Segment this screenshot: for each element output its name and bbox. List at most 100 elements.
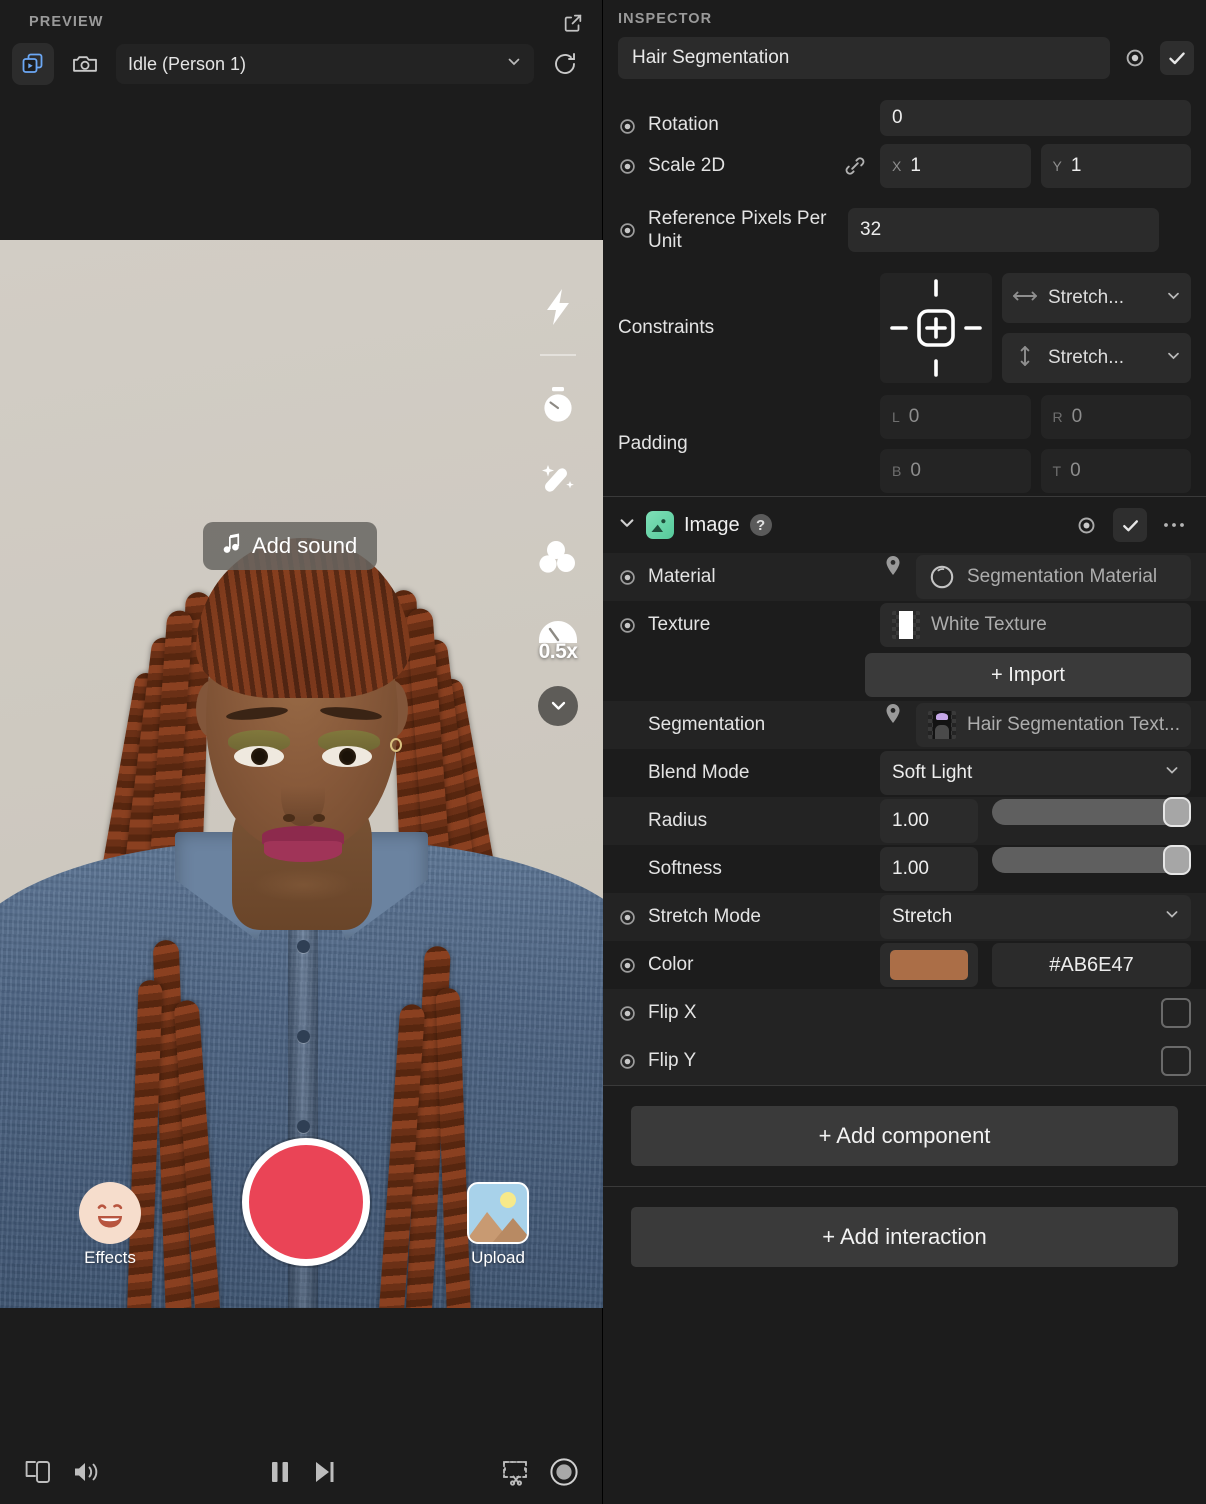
reference-pixels-input[interactable]: 32: [848, 208, 1159, 252]
record-circle-icon[interactable]: [549, 1457, 579, 1492]
constraint-vertical-select[interactable]: Stretch...: [1002, 333, 1191, 383]
flip-y-label: Flip Y: [648, 1050, 697, 1071]
material-sphere-icon: [928, 563, 956, 591]
step-forward-icon[interactable]: [312, 1459, 336, 1490]
filters-icon[interactable]: [529, 528, 587, 586]
blend-mode-value: Soft Light: [892, 762, 973, 783]
effects-button[interactable]: Effects: [78, 1182, 142, 1268]
stretch-mode-select[interactable]: Stretch: [880, 895, 1191, 939]
constraint-horizontal-select[interactable]: Stretch...: [1002, 273, 1191, 323]
anchor-center-icon[interactable]: [880, 273, 992, 383]
material-value: Segmentation Material: [967, 566, 1158, 587]
add-component-button[interactable]: + Add component: [631, 1106, 1178, 1166]
blend-mode-label: Blend Mode: [648, 762, 750, 783]
target-icon[interactable]: [618, 908, 648, 927]
horizontal-arrows-icon: [1012, 287, 1038, 310]
scale-x-axis: X: [892, 158, 902, 174]
target-icon[interactable]: [1069, 508, 1103, 542]
record-button[interactable]: [242, 1138, 370, 1266]
scale-x-input[interactable]: X 1: [880, 144, 1031, 188]
flip-x-checkbox[interactable]: [1161, 998, 1191, 1028]
padding-left-axis: L: [892, 409, 900, 425]
radius-slider-knob[interactable]: [1163, 797, 1191, 827]
padding-right-value: 0: [1071, 406, 1083, 427]
pause-icon[interactable]: [268, 1459, 292, 1490]
row-constraints: Constraints Stretch... Stretch...: [603, 264, 1206, 392]
target-icon[interactable]: [618, 221, 648, 240]
add-interaction-button[interactable]: + Add interaction: [631, 1207, 1178, 1267]
snip-icon[interactable]: [501, 1458, 529, 1491]
video-frames-icon[interactable]: [12, 43, 54, 85]
target-icon[interactable]: [1118, 41, 1152, 75]
row-flip-y: Flip Y: [603, 1037, 1206, 1085]
target-icon[interactable]: [618, 568, 648, 587]
stretch-mode-value: Stretch: [892, 906, 953, 927]
volume-icon[interactable]: [72, 1459, 100, 1490]
padding-bottom-input[interactable]: B 0: [880, 449, 1031, 493]
color-swatch-button[interactable]: [880, 943, 978, 987]
link-icon[interactable]: [844, 155, 866, 177]
flip-y-checkbox[interactable]: [1161, 1046, 1191, 1076]
chevron-down-icon: [1164, 762, 1180, 784]
target-icon[interactable]: [618, 1004, 648, 1023]
row-softness: Softness 1.00: [603, 845, 1206, 893]
padding-top-input[interactable]: T 0: [1040, 449, 1191, 493]
image-icon: [646, 511, 674, 539]
chevron-down-icon[interactable]: [618, 514, 636, 537]
scene-select[interactable]: Idle (Person 1): [116, 44, 534, 84]
enabled-checkmark-icon[interactable]: [1113, 508, 1147, 542]
timer-icon[interactable]: [529, 376, 587, 434]
scene-value: Idle (Person 1): [128, 53, 247, 74]
rotation-input[interactable]: 0: [880, 100, 1191, 136]
material-label: Material: [648, 566, 716, 587]
row-flip-x: Flip X: [603, 989, 1206, 1037]
object-name-input[interactable]: Hair Segmentation: [618, 37, 1110, 79]
pin-icon[interactable]: [880, 555, 906, 599]
device-preview-icon[interactable]: [24, 1459, 52, 1490]
color-hex-input[interactable]: #AB6E47: [992, 943, 1191, 987]
padding-left-input[interactable]: L 0: [880, 395, 1031, 439]
softness-slider[interactable]: [992, 845, 1191, 875]
ellipsis-icon[interactable]: [1157, 508, 1191, 542]
scale-y-axis: Y: [1052, 158, 1062, 174]
texture-asset-field[interactable]: White Texture: [880, 603, 1191, 647]
preview-panel-title: PREVIEW: [29, 14, 104, 30]
add-sound-label: Add sound: [252, 533, 358, 558]
open-external-icon[interactable]: [562, 12, 584, 39]
pin-icon[interactable]: [880, 703, 906, 747]
import-button[interactable]: + Import: [865, 653, 1191, 697]
softness-input[interactable]: 1.00: [880, 847, 978, 891]
preview-stage[interactable]: Add sound 0.5x Effects Upload: [0, 240, 603, 1308]
color-hex-value: #AB6E47: [1049, 953, 1134, 976]
enabled-checkmark-icon[interactable]: [1160, 41, 1194, 75]
help-icon[interactable]: ?: [749, 514, 772, 536]
material-asset-field[interactable]: Segmentation Material: [916, 555, 1191, 599]
row-radius: Radius 1.00: [603, 797, 1206, 845]
target-icon[interactable]: [618, 157, 648, 176]
scale-y-input[interactable]: Y 1: [1040, 144, 1191, 188]
segmentation-asset-field[interactable]: Hair Segmentation Text...: [916, 703, 1191, 747]
flash-icon[interactable]: [529, 278, 587, 336]
upload-button[interactable]: Upload: [465, 1182, 531, 1268]
color-swatch: [890, 950, 968, 980]
stage-tools: 0.5x: [529, 278, 587, 726]
refresh-icon[interactable]: [544, 43, 586, 85]
camera-icon[interactable]: [64, 43, 106, 85]
segmentation-label: Segmentation: [648, 714, 766, 735]
radius-input[interactable]: 1.00: [880, 799, 978, 843]
speed-icon[interactable]: 0.5x: [529, 604, 587, 663]
target-icon[interactable]: [618, 616, 648, 635]
target-icon[interactable]: [618, 956, 648, 975]
row-material: Material Segmentation Material: [603, 553, 1206, 601]
radius-slider[interactable]: [992, 797, 1191, 827]
magic-wand-icon[interactable]: [529, 452, 587, 510]
target-icon[interactable]: [618, 1052, 648, 1071]
target-icon[interactable]: [618, 117, 648, 136]
image-component-header[interactable]: Image ?: [603, 497, 1206, 553]
upload-label: Upload: [471, 1248, 525, 1267]
softness-slider-knob[interactable]: [1163, 845, 1191, 875]
add-sound-button[interactable]: Add sound: [203, 522, 378, 570]
blend-mode-select[interactable]: Soft Light: [880, 751, 1191, 795]
padding-right-input[interactable]: R 0: [1040, 395, 1191, 439]
collapse-tools-button[interactable]: [538, 685, 578, 726]
